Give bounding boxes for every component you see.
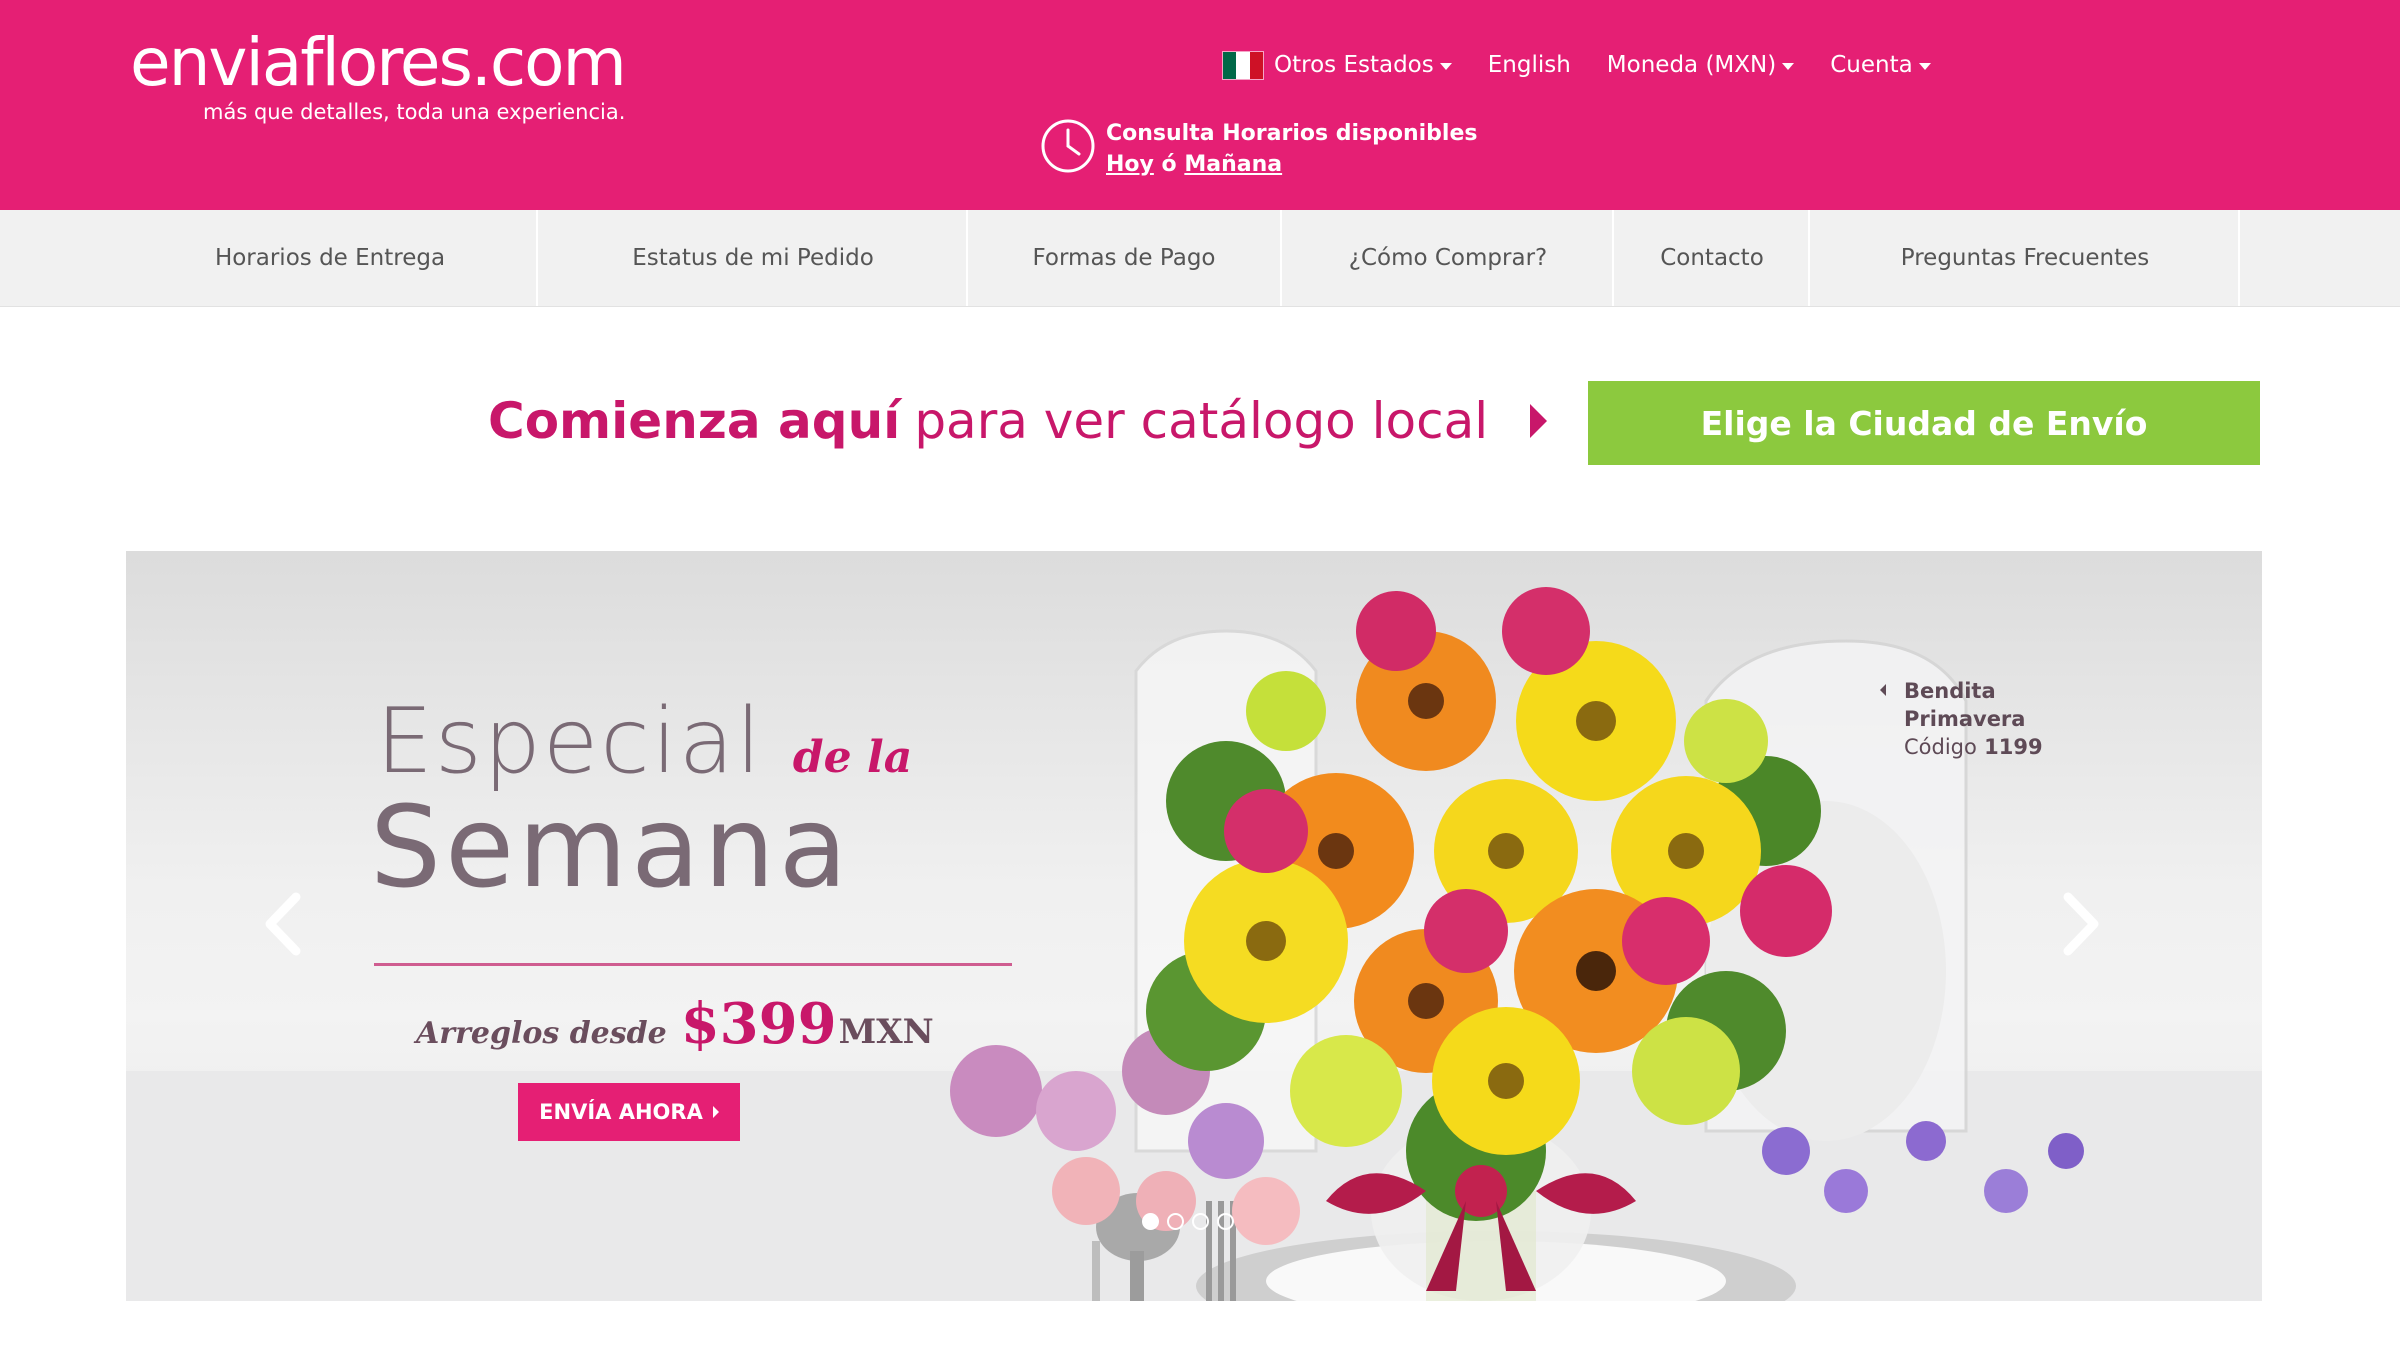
today-link[interactable]: Hoy (1106, 152, 1154, 177)
send-now-label: ENVÍA AHORA (539, 1100, 703, 1124)
carousel-dots (1142, 1213, 1234, 1230)
account-label: Cuenta (1830, 52, 1913, 78)
logo-text: enviaflores.com (130, 24, 627, 101)
carousel-dot[interactable] (1167, 1213, 1184, 1230)
hero-divider (374, 963, 1012, 966)
tomorrow-link[interactable]: Mañana (1184, 152, 1282, 177)
chevron-right-icon[interactable] (2056, 889, 2106, 959)
product-label: Bendita Primavera Código 1199 (1880, 677, 2043, 761)
hero-title-line1: Especial de la (376, 689, 912, 794)
currency-label: Moneda (MXN) (1606, 52, 1777, 78)
hero-price: Arreglos desde $399 MXN (416, 991, 934, 1057)
bouquet-image (126, 587, 2262, 1301)
carousel-dot[interactable] (1142, 1213, 1159, 1230)
language-link[interactable]: English (1488, 52, 1571, 78)
start-here-text: para ver catálogo local (914, 392, 1489, 450)
menu-item-faq[interactable]: Preguntas Frecuentes (1810, 210, 2240, 306)
main-menu: Horarios de Entrega Estatus de mi Pedido… (0, 210, 2400, 307)
other-states-dropdown[interactable]: Otros Estados (1222, 50, 1452, 80)
price-currency: MXN (838, 1012, 934, 1052)
menu-item-payment-methods[interactable]: Formas de Pago (968, 210, 1280, 306)
chevron-left-icon[interactable] (258, 889, 308, 959)
top-navigation: Otros Estados English Moneda (MXN) Cuent… (1222, 48, 1967, 82)
or-text: ó (1161, 152, 1177, 177)
hours-heading: Consulta Horarios disponibles (1106, 121, 1478, 146)
currency-dropdown[interactable]: Moneda (MXN) (1606, 52, 1795, 78)
logo-tagline: más que detalles, toda una experiencia. (203, 100, 626, 124)
hero-banner[interactable]: Especial de la Semana Arreglos desde $399… (126, 551, 2262, 1301)
delivery-hours-info: Consulta Horarios disponibles Hoy ó Maña… (1040, 118, 1477, 180)
product-name-line2: Primavera (1904, 707, 2026, 731)
product-name-line1: Bendita (1904, 679, 1996, 703)
price-prefix: Arreglos desde (416, 1016, 667, 1051)
arrow-right-icon (1530, 404, 1548, 438)
site-logo[interactable]: enviaflores.com más que detalles, toda u… (130, 24, 627, 125)
hero-title-italic: de la (792, 732, 913, 783)
language-label: English (1487, 52, 1571, 78)
chevron-down-icon (1439, 63, 1452, 70)
product-code: 1199 (1984, 735, 2043, 759)
mexico-flag-icon (1222, 50, 1264, 80)
carousel-dot[interactable] (1192, 1213, 1209, 1230)
hero-title-especial: Especial (376, 689, 763, 794)
choose-city-button[interactable]: Elige la Ciudad de Envío (1588, 381, 2260, 465)
price-amount: $399 (680, 991, 837, 1057)
site-header: enviaflores.com más que detalles, toda u… (0, 0, 2400, 210)
menu-item-order-status[interactable]: Estatus de mi Pedido (538, 210, 968, 306)
menu-divider (2238, 210, 2240, 306)
start-here-prompt: Comienza aquí para ver catálogo local (488, 388, 1548, 454)
clock-icon (1041, 119, 1095, 173)
send-now-button[interactable]: ENVÍA AHORA (518, 1083, 740, 1141)
arrow-right-icon (712, 1106, 719, 1118)
menu-item-delivery-hours[interactable]: Horarios de Entrega (120, 210, 540, 306)
chevron-down-icon (1918, 63, 1931, 70)
start-here-bold: Comienza aquí (488, 392, 901, 450)
product-code-label: Código (1904, 735, 1977, 759)
menu-item-how-to-buy[interactable]: ¿Cómo Comprar? (1282, 210, 1614, 306)
pointer-left-icon (1880, 684, 1886, 696)
other-states-label: Otros Estados (1274, 52, 1434, 78)
menu-item-contact[interactable]: Contacto (1614, 210, 1810, 306)
chevron-down-icon (1782, 63, 1795, 70)
account-dropdown[interactable]: Cuenta (1830, 52, 1931, 78)
hero-title-line2: Semana (370, 783, 852, 913)
carousel-dot[interactable] (1217, 1213, 1234, 1230)
